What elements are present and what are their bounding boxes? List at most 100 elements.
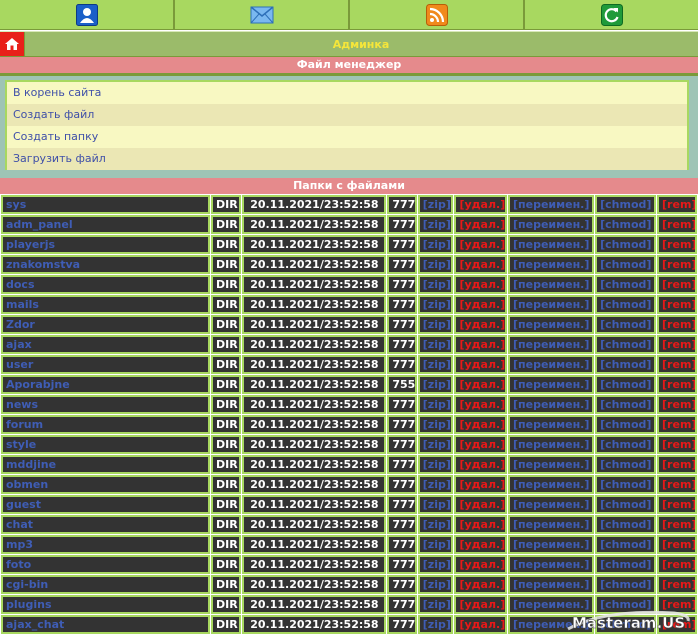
- rem-action[interactable]: [rem]: [657, 235, 697, 254]
- chmod-action[interactable]: [chmod]: [595, 375, 657, 394]
- rename-action[interactable]: [переимен.]: [507, 255, 595, 274]
- folder-name-link[interactable]: ajax_chat: [1, 615, 211, 634]
- chmod-action[interactable]: [chmod]: [595, 395, 657, 414]
- delete-action[interactable]: [удал.]: [454, 415, 507, 434]
- folder-name-link[interactable]: sys: [1, 195, 211, 214]
- chmod-action[interactable]: [chmod]: [595, 295, 657, 314]
- chmod-action[interactable]: [chmod]: [595, 595, 657, 614]
- zip-action[interactable]: [zip]: [417, 295, 454, 314]
- zip-action[interactable]: [zip]: [417, 255, 454, 274]
- rename-action[interactable]: [переимен.]: [507, 475, 595, 494]
- mail-link[interactable]: [175, 0, 350, 29]
- chmod-action[interactable]: [chmod]: [595, 315, 657, 334]
- folder-name-link[interactable]: Zdor: [1, 315, 211, 334]
- delete-action[interactable]: [удал.]: [454, 195, 507, 214]
- chmod-action[interactable]: [chmod]: [595, 495, 657, 514]
- folder-name-link[interactable]: style: [1, 435, 211, 454]
- chmod-action[interactable]: [chmod]: [595, 555, 657, 574]
- zip-action[interactable]: [zip]: [417, 355, 454, 374]
- zip-action[interactable]: [zip]: [417, 235, 454, 254]
- rem-action[interactable]: [rem]: [657, 515, 697, 534]
- zip-action[interactable]: [zip]: [417, 215, 454, 234]
- rename-action[interactable]: [переимен.]: [507, 535, 595, 554]
- rem-action[interactable]: [rem]: [657, 395, 697, 414]
- folder-name-link[interactable]: ajax: [1, 335, 211, 354]
- menu-item-site-root[interactable]: В корень сайта: [7, 82, 687, 104]
- zip-action[interactable]: [zip]: [417, 195, 454, 214]
- zip-action[interactable]: [zip]: [417, 495, 454, 514]
- rename-action[interactable]: [переимен.]: [507, 515, 595, 534]
- rem-action[interactable]: [rem]: [657, 555, 697, 574]
- folder-name-link[interactable]: chat: [1, 515, 211, 534]
- menu-item-upload-file[interactable]: Загрузить файл: [7, 148, 687, 170]
- chmod-action[interactable]: [chmod]: [595, 455, 657, 474]
- rem-action[interactable]: [rem]: [657, 315, 697, 334]
- menu-item-create-file[interactable]: Создать файл: [7, 104, 687, 126]
- folder-name-link[interactable]: Aporabjne: [1, 375, 211, 394]
- chmod-action[interactable]: [chmod]: [595, 275, 657, 294]
- rename-action[interactable]: [переимен.]: [507, 235, 595, 254]
- folder-name-link[interactable]: plugins: [1, 595, 211, 614]
- zip-action[interactable]: [zip]: [417, 575, 454, 594]
- folder-name-link[interactable]: news: [1, 395, 211, 414]
- rename-action[interactable]: [переимен.]: [507, 195, 595, 214]
- rename-action[interactable]: [переимен.]: [507, 455, 595, 474]
- rem-action[interactable]: [rem]: [657, 615, 697, 634]
- delete-action[interactable]: [удал.]: [454, 495, 507, 514]
- rename-action[interactable]: [переимен.]: [507, 415, 595, 434]
- folder-name-link[interactable]: mp3: [1, 535, 211, 554]
- rename-action[interactable]: [переимен.]: [507, 575, 595, 594]
- rem-action[interactable]: [rem]: [657, 415, 697, 434]
- folder-name-link[interactable]: playerjs: [1, 235, 211, 254]
- rem-action[interactable]: [rem]: [657, 375, 697, 394]
- rename-action[interactable]: [переимен.]: [507, 615, 595, 634]
- rename-action[interactable]: [переимен.]: [507, 315, 595, 334]
- chmod-action[interactable]: [chmod]: [595, 335, 657, 354]
- rem-action[interactable]: [rem]: [657, 595, 697, 614]
- rename-action[interactable]: [переимен.]: [507, 595, 595, 614]
- rem-action[interactable]: [rem]: [657, 575, 697, 594]
- folder-name-link[interactable]: znakomstva: [1, 255, 211, 274]
- rem-action[interactable]: [rem]: [657, 535, 697, 554]
- zip-action[interactable]: [zip]: [417, 515, 454, 534]
- chmod-action[interactable]: [chmod]: [595, 475, 657, 494]
- zip-action[interactable]: [zip]: [417, 395, 454, 414]
- chmod-action[interactable]: [chmod]: [595, 435, 657, 454]
- zip-action[interactable]: [zip]: [417, 275, 454, 294]
- folder-name-link[interactable]: user: [1, 355, 211, 374]
- chmod-action[interactable]: [chmod]: [595, 575, 657, 594]
- rename-action[interactable]: [переимен.]: [507, 355, 595, 374]
- chmod-action[interactable]: [chmod]: [595, 235, 657, 254]
- folder-name-link[interactable]: mails: [1, 295, 211, 314]
- delete-action[interactable]: [удал.]: [454, 575, 507, 594]
- rem-action[interactable]: [rem]: [657, 295, 697, 314]
- delete-action[interactable]: [удал.]: [454, 255, 507, 274]
- folder-name-link[interactable]: forum: [1, 415, 211, 434]
- delete-action[interactable]: [удал.]: [454, 235, 507, 254]
- rename-action[interactable]: [переимен.]: [507, 375, 595, 394]
- rem-action[interactable]: [rem]: [657, 215, 697, 234]
- refresh-link[interactable]: [525, 0, 698, 29]
- chmod-action[interactable]: [chmod]: [595, 215, 657, 234]
- rem-action[interactable]: [rem]: [657, 495, 697, 514]
- chmod-action[interactable]: [chmod]: [595, 255, 657, 274]
- folder-name-link[interactable]: foto: [1, 555, 211, 574]
- rename-action[interactable]: [переимен.]: [507, 435, 595, 454]
- delete-action[interactable]: [удал.]: [454, 515, 507, 534]
- zip-action[interactable]: [zip]: [417, 435, 454, 454]
- profile-link[interactable]: [0, 0, 175, 29]
- chmod-action[interactable]: [chmod]: [595, 615, 657, 634]
- zip-action[interactable]: [zip]: [417, 415, 454, 434]
- chmod-action[interactable]: [chmod]: [595, 195, 657, 214]
- folder-name-link[interactable]: docs: [1, 275, 211, 294]
- rename-action[interactable]: [переимен.]: [507, 495, 595, 514]
- zip-action[interactable]: [zip]: [417, 315, 454, 334]
- delete-action[interactable]: [удал.]: [454, 315, 507, 334]
- folder-name-link[interactable]: guest: [1, 495, 211, 514]
- folder-name-link[interactable]: mddjine: [1, 455, 211, 474]
- rem-action[interactable]: [rem]: [657, 435, 697, 454]
- delete-action[interactable]: [удал.]: [454, 295, 507, 314]
- rename-action[interactable]: [переимен.]: [507, 275, 595, 294]
- rem-action[interactable]: [rem]: [657, 255, 697, 274]
- delete-action[interactable]: [удал.]: [454, 395, 507, 414]
